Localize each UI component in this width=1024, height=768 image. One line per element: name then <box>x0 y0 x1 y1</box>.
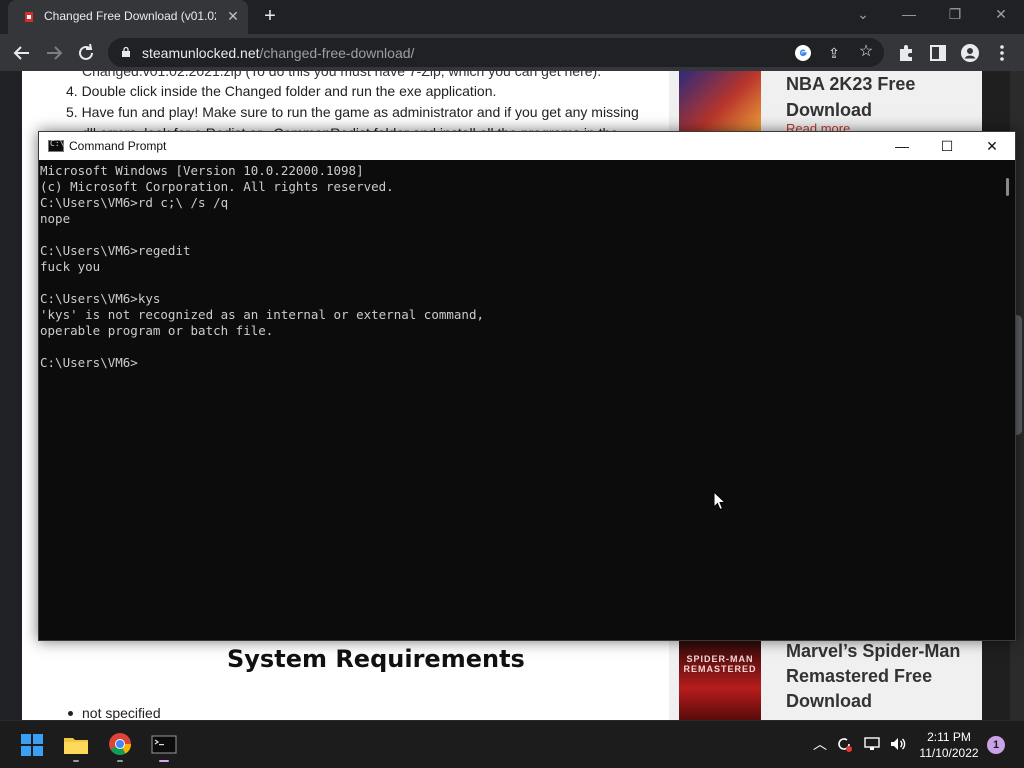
tab-search-icon[interactable]: ⌄ <box>840 0 886 30</box>
terminal-icon[interactable] <box>146 727 182 763</box>
console-prompt[interactable]: C:\Users\VM6> <box>40 355 1001 371</box>
cmd-scrollbar[interactable] <box>1001 160 1015 640</box>
extensions-puzzle-icon[interactable] <box>894 41 918 65</box>
tray-overflow-chevron-icon[interactable]: ︿ <box>810 734 830 754</box>
nba-2k23-title-link[interactable]: NBA 2K23 Free Download <box>786 71 976 123</box>
system-requirements-heading: System Requirements <box>227 645 525 673</box>
console-line: (c) Microsoft Corporation. All rights re… <box>40 179 394 194</box>
clock-date[interactable]: 11/10/2022 <box>914 746 984 760</box>
url-host: steamunlocked.net <box>142 45 260 61</box>
cmd-console-output[interactable]: Microsoft Windows [Version 10.0.22000.10… <box>39 160 1001 640</box>
network-icon[interactable] <box>862 734 882 754</box>
tab-close-icon[interactable]: ✕ <box>224 7 242 25</box>
file-explorer-icon[interactable] <box>58 727 94 763</box>
reload-icon[interactable] <box>74 41 98 65</box>
spider-man-thumbnail[interactable]: SPIDER-MAN REMASTERED <box>679 640 761 720</box>
console-line: operable program or batch file. <box>40 323 274 338</box>
address-bar[interactable]: steamunlocked.net/changed-free-download/… <box>108 38 884 67</box>
console-line: C:\Users\VM6>kys <box>40 291 161 306</box>
clock-time[interactable]: 2:11 PM <box>920 730 978 744</box>
bullet-dot <box>68 711 73 716</box>
notification-badge[interactable]: 1 <box>987 736 1005 754</box>
cmd-scroll-thumb[interactable] <box>1006 178 1009 196</box>
tab-title: Changed Free Download (v01.02 <box>44 9 216 23</box>
requirements-bullet: not specified <box>82 705 161 720</box>
install-step-3-tail: Changed.v01.02.2021.zip (To do this you … <box>82 71 602 79</box>
browser-toolbar: steamunlocked.net/changed-free-download/… <box>0 34 1024 71</box>
cmd-minimize-button[interactable]: — <box>879 132 925 160</box>
cmd-title: Command Prompt <box>69 139 167 153</box>
mouse-cursor-icon <box>713 491 727 511</box>
sync-status-icon[interactable] <box>834 734 854 754</box>
bookmark-star-icon[interactable]: ☆ <box>856 42 876 62</box>
install-step-5: 5. Have fun and play! Make sure to run t… <box>66 104 639 120</box>
google-lens-icon[interactable] <box>794 44 812 62</box>
browser-tab[interactable]: Changed Free Download (v01.02 ✕ <box>8 0 248 34</box>
window-close-button[interactable]: ✕ <box>978 0 1024 30</box>
window-minimize-button[interactable]: — <box>886 0 932 30</box>
console-line: C:\Users\VM6>rd c;\ /s /q <box>40 195 229 210</box>
lock-icon[interactable] <box>120 46 132 58</box>
new-tab-button[interactable]: + <box>258 5 282 29</box>
back-arrow-icon[interactable] <box>10 41 34 65</box>
console-line: nope <box>40 211 71 226</box>
console-line: fuck you <box>40 259 101 274</box>
windows-start-icon[interactable] <box>14 727 50 763</box>
chrome-icon[interactable] <box>102 727 138 763</box>
command-prompt-window[interactable]: C:\ Command Prompt — ☐ ✕ Microsoft Windo… <box>38 131 1016 641</box>
forward-arrow-icon[interactable] <box>42 41 66 65</box>
console-line: C:\Users\VM6>regedit <box>40 243 191 258</box>
install-step-4: 4. Double click inside the Changed folde… <box>66 83 497 99</box>
console-line: Microsoft Windows [Version 10.0.22000.10… <box>40 163 364 178</box>
url-path: /changed-free-download/ <box>259 45 415 61</box>
nba-2k23-thumbnail[interactable] <box>679 71 761 133</box>
spider-man-thumb-label: SPIDER-MAN REMASTERED <box>683 654 757 674</box>
steam-favicon-icon <box>25 12 33 22</box>
cmd-titlebar[interactable]: C:\ Command Prompt — ☐ ✕ <box>39 132 1015 160</box>
share-icon[interactable]: ⇪ <box>824 43 844 63</box>
side-panel-icon[interactable] <box>926 41 950 65</box>
cmd-close-button[interactable]: ✕ <box>969 132 1015 160</box>
profile-avatar-icon[interactable] <box>958 41 982 65</box>
cmd-app-icon: C:\ <box>48 139 64 152</box>
console-line: 'kys' is not recognized as an internal o… <box>40 307 485 322</box>
kebab-menu-icon[interactable] <box>990 41 1014 65</box>
window-restore-button[interactable]: ❐ <box>932 0 978 30</box>
spider-man-title-link[interactable]: Marvel’s Spider-Man Remastered Free Down… <box>786 639 976 714</box>
volume-icon[interactable] <box>888 734 908 754</box>
tab-strip: Changed Free Download (v01.02 ✕ + ⌄ — ❐ … <box>0 0 1024 34</box>
cmd-maximize-button[interactable]: ☐ <box>924 132 970 160</box>
windows-taskbar: ︿ 2:11 PM 11/10/2022 1 <box>0 720 1024 768</box>
